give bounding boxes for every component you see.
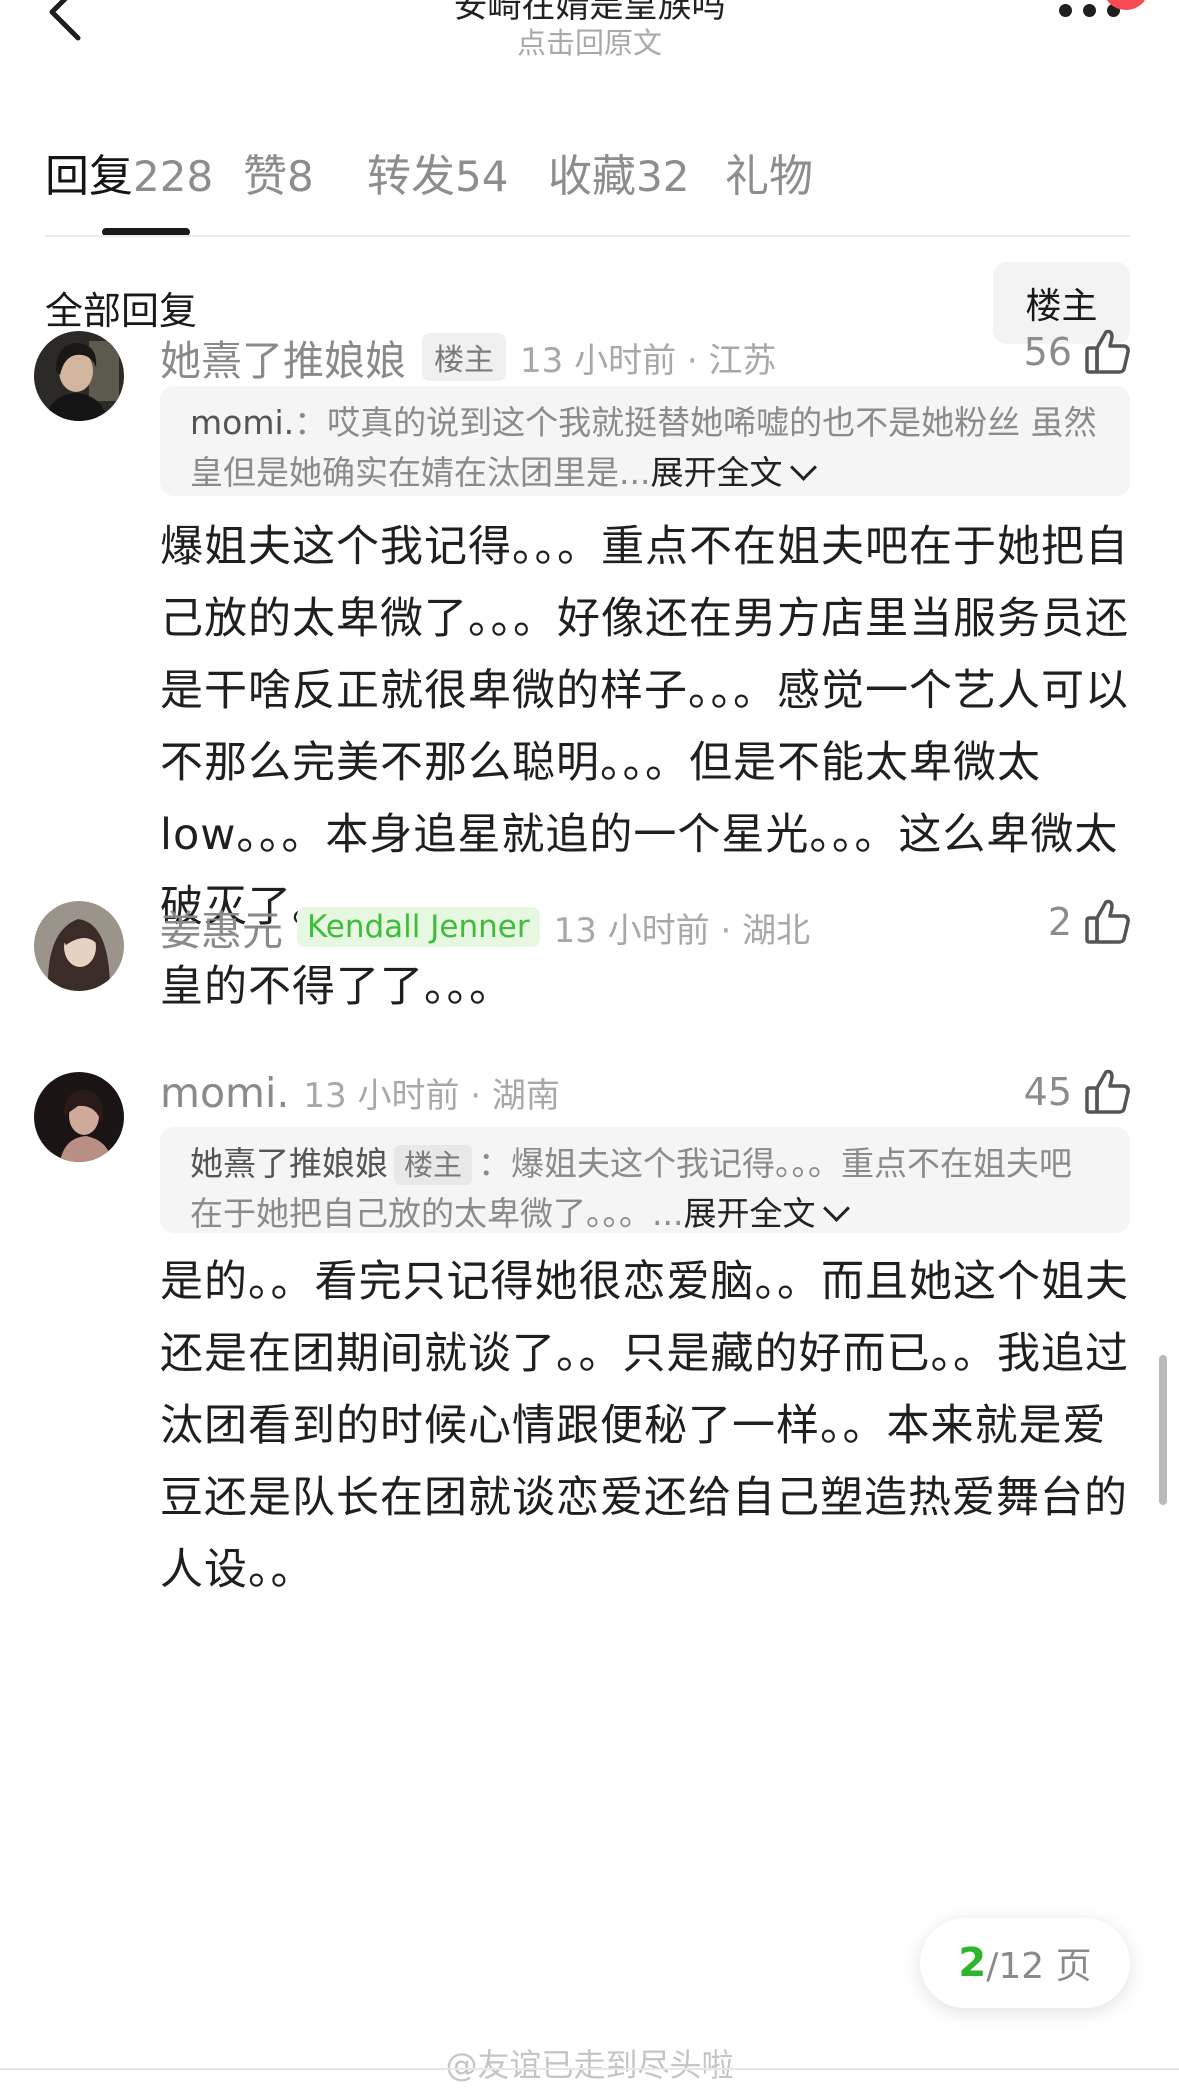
quoted-reply[interactable]: momi.：哎真的说到这个我就挺替她唏嘘的也不是她粉丝 虽然皇但是她确实在婧在汰… bbox=[160, 386, 1130, 496]
timestamp-location: 13 小时前 · 湖北 bbox=[553, 910, 811, 951]
chevron-down-icon bbox=[823, 1195, 851, 1222]
like-button[interactable]: 45 bbox=[1024, 1066, 1134, 1118]
thumbs-up-icon bbox=[1085, 899, 1130, 944]
comment-body: 皇的不得了了。。。 bbox=[160, 962, 513, 1012]
thumbs-up-icon bbox=[1085, 1069, 1130, 1114]
like-button[interactable]: 56 bbox=[1024, 326, 1134, 378]
timestamp-location: 13 小时前 · 江苏 bbox=[520, 340, 777, 381]
like-button[interactable]: 2 bbox=[1048, 896, 1134, 948]
expand-full-text-link[interactable]: 展开全文 bbox=[683, 1194, 851, 1233]
tab-reposts-count: 54 bbox=[455, 152, 509, 201]
comment-meta: 姜惠元 Kendall Jenner 13 小时前 · 湖北 bbox=[160, 897, 810, 957]
username[interactable]: 姜惠元 bbox=[160, 897, 283, 957]
like-count: 45 bbox=[1023, 1070, 1072, 1114]
tab-reposts-label: 转发 bbox=[367, 151, 455, 202]
tab-replies[interactable]: 回复228 bbox=[45, 140, 213, 204]
comment-body: 是的。。看完只记得她很恋爱脑。。而且她这个姐夫还是在团期间就谈了。。只是藏的好而… bbox=[160, 1257, 1129, 1595]
quote-separator: ： bbox=[478, 1144, 512, 1183]
timestamp-location: 13 小时前 · 湖南 bbox=[303, 1076, 560, 1116]
comment-meta: 她熹了推娘娘 楼主 13 小时前 · 江苏 bbox=[160, 327, 777, 387]
page-indicator[interactable]: 2/12 页 bbox=[920, 1918, 1130, 2008]
like-count: 56 bbox=[1023, 330, 1072, 374]
avatar[interactable] bbox=[34, 331, 124, 421]
quote-separator: ： bbox=[294, 403, 328, 442]
tab-likes-count: 8 bbox=[287, 152, 314, 201]
avatar[interactable] bbox=[34, 1072, 124, 1162]
scrollbar[interactable] bbox=[1159, 1355, 1167, 1505]
tab-gifts[interactable]: 礼物 bbox=[725, 140, 813, 204]
owner-badge: 楼主 bbox=[422, 333, 506, 381]
total-pages: /12 页 bbox=[986, 1946, 1092, 1987]
expand-label: 展开全文 bbox=[650, 453, 783, 492]
bottom-divider bbox=[0, 2068, 1179, 2070]
thumbs-up-icon bbox=[1085, 329, 1130, 374]
watermark: @友谊已走到尽头啦 bbox=[445, 2046, 734, 2084]
comment-meta: momi. 13 小时前 · 湖南 bbox=[160, 1068, 560, 1117]
tab-replies-label: 回复 bbox=[45, 151, 133, 202]
tab-replies-count: 228 bbox=[133, 152, 214, 201]
back-to-post-link[interactable]: 点击回原文 bbox=[0, 20, 1179, 62]
expand-label: 展开全文 bbox=[683, 1194, 816, 1233]
chevron-down-icon bbox=[790, 454, 818, 481]
quoted-reply[interactable]: 她熹了推娘娘 楼主 ：爆姐夫这个我记得。。。重点不在姐夫吧在于她把自己放的太卑微了。… bbox=[160, 1127, 1130, 1233]
tab-reposts[interactable]: 转发54 bbox=[367, 140, 508, 204]
tab-gifts-label: 礼物 bbox=[725, 151, 813, 202]
post-replies-screen: 安崎在婧是皇族吗 点击回原文 回复228 赞8 转发54 收藏32 礼物 全部回… bbox=[0, 0, 1179, 2096]
quoted-author: 她熹了推娘娘 bbox=[190, 1144, 388, 1183]
comment-body: 爆姐夫这个我记得。。。重点不在姐夫吧在于她把自己放的太卑微了。。。好像还在男方店… bbox=[160, 522, 1129, 932]
tab-bar: 回复228 赞8 转发54 收藏32 礼物 bbox=[0, 140, 1179, 236]
tab-favorites-count: 32 bbox=[636, 152, 690, 201]
tab-likes-label: 赞 bbox=[243, 151, 287, 202]
tab-divider bbox=[45, 235, 1130, 237]
tab-likes[interactable]: 赞8 bbox=[243, 140, 314, 204]
owner-badge: 楼主 bbox=[394, 1145, 473, 1185]
username[interactable]: 她熹了推娘娘 bbox=[160, 327, 406, 387]
quoted-author: momi. bbox=[190, 403, 295, 442]
current-page: 2 bbox=[958, 1940, 987, 1986]
expand-full-text-link[interactable]: 展开全文 bbox=[650, 453, 818, 492]
like-count: 2 bbox=[1047, 900, 1072, 944]
tab-favorites[interactable]: 收藏32 bbox=[548, 140, 689, 204]
avatar[interactable] bbox=[34, 901, 124, 991]
fan-badge: Kendall Jenner bbox=[297, 907, 540, 947]
tab-favorites-label: 收藏 bbox=[548, 151, 636, 202]
username[interactable]: momi. bbox=[160, 1069, 289, 1117]
